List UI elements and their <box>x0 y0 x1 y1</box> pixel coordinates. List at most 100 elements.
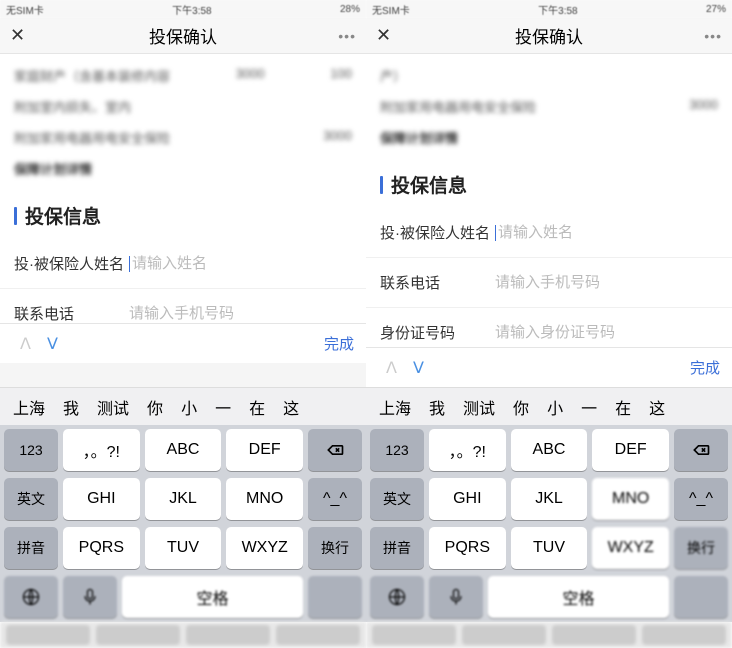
key-123[interactable]: 123 <box>4 429 58 471</box>
key-bottom-right[interactable] <box>674 576 728 618</box>
key-wxyz[interactable]: WXYZ <box>592 527 669 569</box>
key-jkl[interactable]: JKL <box>145 478 222 520</box>
key-abc[interactable]: ABC <box>511 429 588 471</box>
key-space[interactable]: 空格 <box>488 576 669 618</box>
battery-text: 28% <box>340 4 360 15</box>
keyboard: 123 ，。?! ABC DEF 英文 GHI JKL MNO ^_^ 拼音 P… <box>366 425 732 622</box>
chevron-up-icon[interactable]: ᐱ <box>378 358 405 378</box>
prediction-item[interactable]: 在 <box>240 395 274 419</box>
phone-input[interactable] <box>495 274 718 291</box>
blur-text: 家庭财产（含基本装修内容 <box>14 66 170 85</box>
nav-bar: ✕ 投保确认 ••• <box>0 18 366 54</box>
plan-detail-link[interactable]: 保障计划详情 <box>380 128 458 147</box>
content-area: 家庭财产（含基本装修内容3000100 附加室内损失、室内 附加家用电器用电安全… <box>0 54 366 323</box>
key-emoticon[interactable]: ^_^ <box>308 478 362 520</box>
prediction-item[interactable]: 在 <box>606 395 640 419</box>
phone-input[interactable] <box>129 305 352 322</box>
prediction-bar: 上海 我 测试 你 小 一 在 这 <box>0 387 366 425</box>
section-title: 投保信息 <box>25 202 101 229</box>
input-accessory-bar: ᐱ ᐯ 完成 <box>366 347 732 387</box>
key-bottom-right[interactable] <box>308 576 362 618</box>
key-mno[interactable]: MNO <box>226 478 303 520</box>
plan-detail-link[interactable]: 保障计划详情 <box>14 159 92 178</box>
prediction-item[interactable]: 这 <box>640 395 674 419</box>
key-pinyin[interactable]: 拼音 <box>370 527 424 569</box>
chevron-up-icon[interactable]: ᐱ <box>12 334 39 354</box>
key-mno[interactable]: MNO <box>592 478 669 520</box>
page-title: 投保确认 <box>34 23 332 48</box>
prediction-item[interactable]: 你 <box>504 395 538 419</box>
status-bar: 无SIM卡 下午3:58 28% <box>0 0 366 18</box>
key-pinyin[interactable]: 拼音 <box>4 527 58 569</box>
id-label: 身份证号码 <box>380 322 495 343</box>
text-caret <box>495 225 496 241</box>
key-jkl[interactable]: JKL <box>511 478 588 520</box>
more-icon[interactable]: ••• <box>332 28 356 44</box>
content-area: 产） 附加家用电器用电安全保险3000 保障计划详情 投保信息 投·被保险人姓名… <box>366 54 732 347</box>
key-space[interactable]: 空格 <box>122 576 303 618</box>
key-pqrs[interactable]: PQRS <box>63 527 140 569</box>
prediction-item[interactable]: 我 <box>54 395 88 419</box>
prediction-item[interactable]: 一 <box>206 395 240 419</box>
form-row-name: 投·被保险人姓名 <box>366 208 732 258</box>
key-english[interactable]: 英文 <box>4 478 58 520</box>
more-icon[interactable]: ••• <box>698 28 722 44</box>
key-pqrs[interactable]: PQRS <box>429 527 506 569</box>
prediction-item[interactable]: 你 <box>138 395 172 419</box>
globe-icon[interactable] <box>370 576 424 618</box>
prediction-item[interactable]: 小 <box>538 395 572 419</box>
chevron-down-icon[interactable]: ᐯ <box>39 334 66 354</box>
mic-icon[interactable] <box>429 576 483 618</box>
form-row-id: 身份证号码 <box>366 308 732 347</box>
blur-val: 100 <box>330 66 352 85</box>
prediction-item[interactable]: 一 <box>572 395 606 419</box>
done-button[interactable]: 完成 <box>324 333 354 354</box>
section-accent-bar <box>14 207 17 225</box>
form-row-name: 投·被保险人姓名 <box>0 239 366 289</box>
status-bar: 无SIM卡 下午3:58 27% <box>366 0 732 18</box>
prediction-item[interactable]: 上海 <box>370 395 420 419</box>
backspace-icon[interactable] <box>308 429 362 471</box>
key-punct[interactable]: ，。?! <box>63 429 140 471</box>
key-wxyz[interactable]: WXYZ <box>226 527 303 569</box>
globe-icon[interactable] <box>4 576 58 618</box>
prediction-item[interactable]: 上海 <box>4 395 54 419</box>
prediction-item[interactable]: 测试 <box>454 395 504 419</box>
content-gap <box>0 363 366 387</box>
prediction-item[interactable]: 我 <box>420 395 454 419</box>
close-icon[interactable]: ✕ <box>376 25 400 46</box>
id-input[interactable] <box>495 324 718 341</box>
page-title: 投保确认 <box>400 23 698 48</box>
prediction-item[interactable]: 小 <box>172 395 206 419</box>
key-english[interactable]: 英文 <box>370 478 424 520</box>
key-newline[interactable]: 换行 <box>674 527 728 569</box>
key-def[interactable]: DEF <box>226 429 303 471</box>
key-ghi[interactable]: GHI <box>429 478 506 520</box>
key-123[interactable]: 123 <box>370 429 424 471</box>
status-time: 下午3:58 <box>172 2 211 17</box>
prediction-item[interactable]: 这 <box>274 395 308 419</box>
key-def[interactable]: DEF <box>592 429 669 471</box>
name-input[interactable] <box>132 255 352 272</box>
text-caret <box>129 256 130 272</box>
blur-val: 3000 <box>323 128 352 147</box>
key-tuv[interactable]: TUV <box>145 527 222 569</box>
prediction-item[interactable]: 测试 <box>88 395 138 419</box>
done-button[interactable]: 完成 <box>690 357 720 378</box>
section-accent-bar <box>380 176 383 194</box>
chevron-down-icon[interactable]: ᐯ <box>405 358 432 378</box>
blur-text: 附加家用电器用电安全保险 <box>14 128 170 147</box>
blur-val: 3000 <box>236 66 265 85</box>
key-tuv[interactable]: TUV <box>511 527 588 569</box>
close-icon[interactable]: ✕ <box>10 25 34 46</box>
key-newline[interactable]: 换行 <box>308 527 362 569</box>
key-emoticon[interactable]: ^_^ <box>674 478 728 520</box>
key-abc[interactable]: ABC <box>145 429 222 471</box>
section-header: 投保信息 <box>0 184 366 239</box>
name-input[interactable] <box>498 224 718 241</box>
mic-icon[interactable] <box>63 576 117 618</box>
key-punct[interactable]: ，。?! <box>429 429 506 471</box>
key-ghi[interactable]: GHI <box>63 478 140 520</box>
input-accessory-bar: ᐱ ᐯ 完成 <box>0 323 366 363</box>
backspace-icon[interactable] <box>674 429 728 471</box>
